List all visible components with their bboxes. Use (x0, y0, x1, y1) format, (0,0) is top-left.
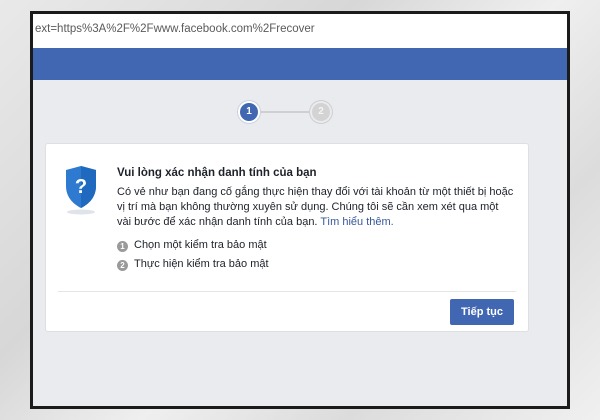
monitor-frame: ext=https%3A%2F%2Fwww.facebook.com%2Frec… (30, 11, 570, 409)
browser-screen: ext=https%3A%2F%2Fwww.facebook.com%2Frec… (33, 14, 567, 406)
dialog-title: Vui lòng xác nhận danh tính của bạn (117, 167, 317, 179)
identity-confirmation-dialog: ? Vui lòng xác nhận danh tính của bạn Có… (45, 143, 529, 332)
address-bar-url: ext=https%3A%2F%2Fwww.facebook.com%2Frec… (35, 23, 315, 35)
security-step-item-2: 2 Thực hiện kiểm tra bảo mật (117, 257, 269, 271)
step-number-badge: 1 (117, 241, 128, 252)
step-1-circle: 1 (240, 103, 258, 121)
dialog-divider (58, 291, 516, 292)
step-indicator: 1 2 (240, 103, 332, 123)
address-bar[interactable]: ext=https%3A%2F%2Fwww.facebook.com%2Frec… (33, 14, 567, 49)
svg-text:?: ? (75, 176, 87, 198)
facebook-header-bar (33, 48, 567, 80)
step-2-circle: 2 (312, 103, 330, 121)
security-shield-icon: ? (66, 166, 96, 215)
learn-more-link[interactable]: Tìm hiểu thêm. (320, 216, 393, 228)
description-text: Có vẻ như bạn đang cố gắng thực hiện tha… (117, 186, 514, 228)
step-connector (259, 111, 312, 113)
security-step-item-1: 1 Chọn một kiểm tra bảo mật (117, 238, 267, 252)
step-number-badge: 2 (117, 260, 128, 271)
continue-button[interactable]: Tiếp tục (450, 299, 514, 325)
security-step-label: Chọn một kiểm tra bảo mật (134, 239, 267, 251)
security-step-label: Thực hiện kiểm tra bảo mật (134, 258, 269, 270)
dialog-description: Có vẻ như bạn đang cố gắng thực hiện tha… (117, 185, 515, 230)
